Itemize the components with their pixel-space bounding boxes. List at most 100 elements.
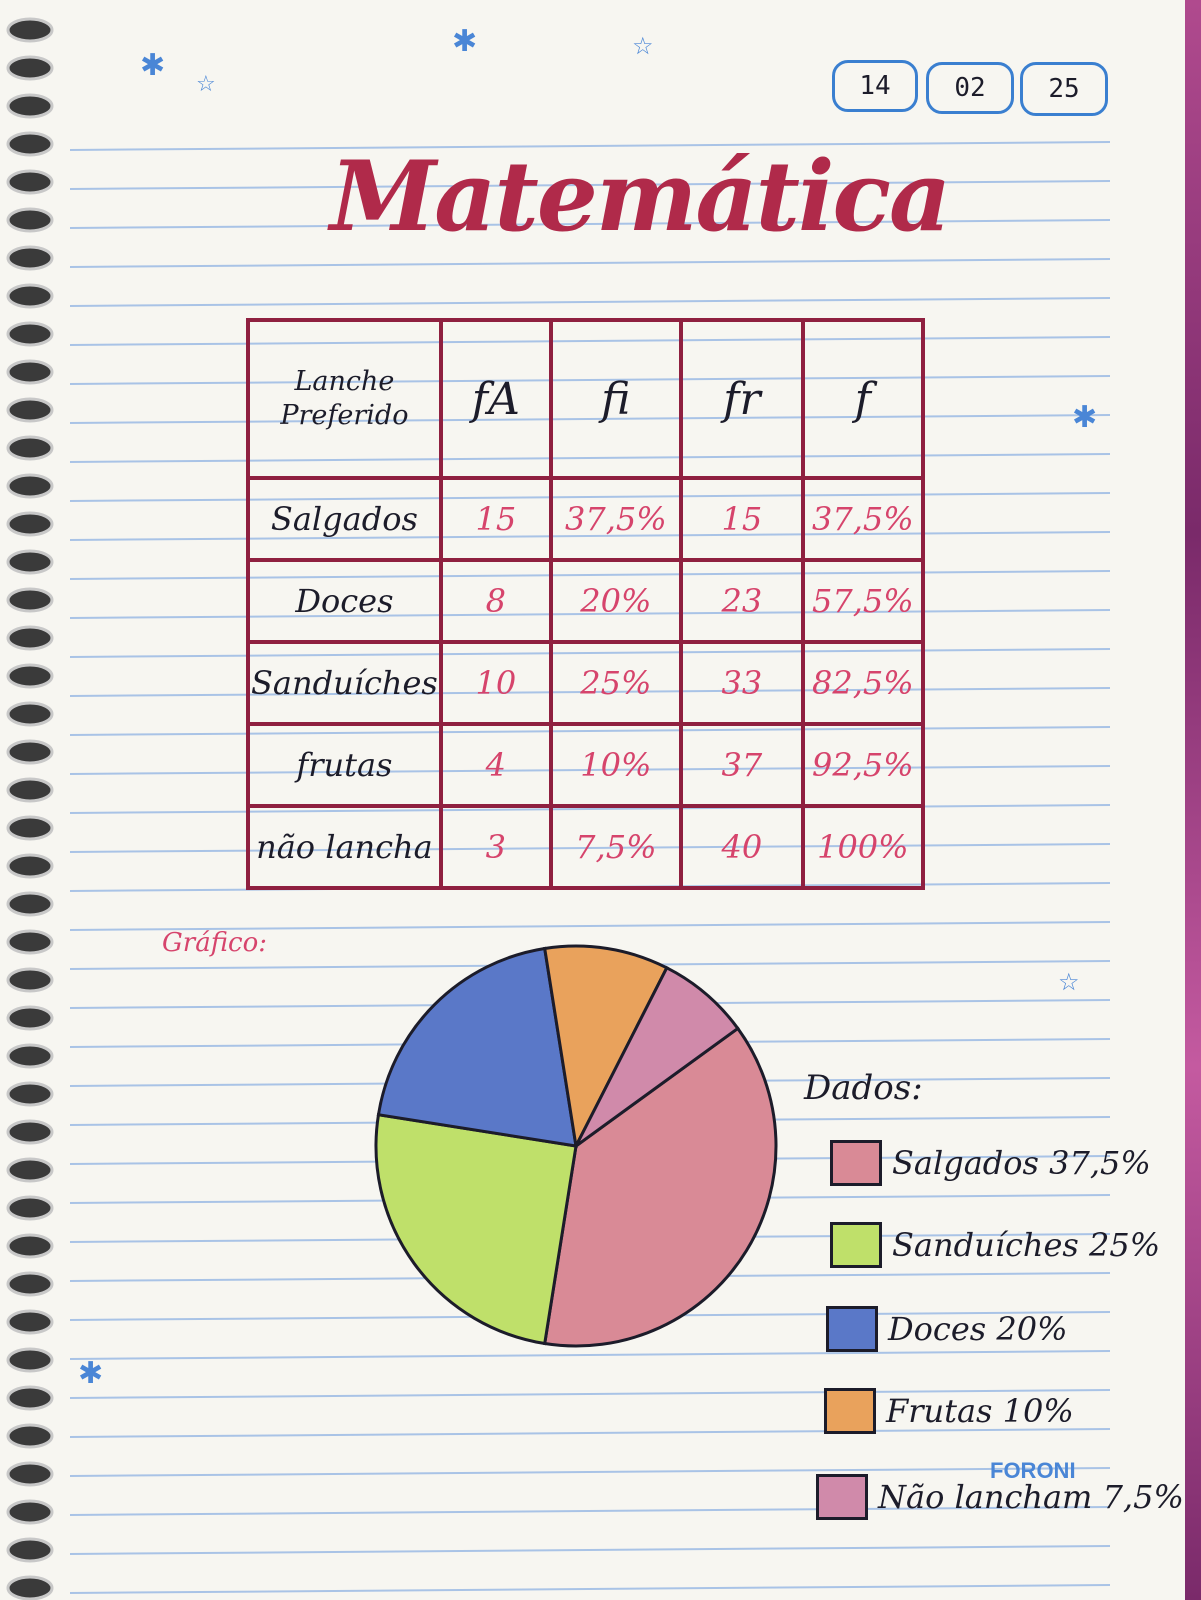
date-year: 25: [1048, 74, 1080, 104]
spiral-ring: [6, 245, 54, 271]
spiral-ring: [6, 131, 54, 157]
spiral-ring: [6, 359, 54, 385]
date-month-box: 02: [926, 62, 1014, 114]
spiral-ring: [6, 739, 54, 765]
spiral-ring: [6, 815, 54, 841]
spiral-binding: [6, 17, 54, 1600]
spiral-ring: [6, 891, 54, 917]
cell-f: 57,5%: [800, 558, 925, 644]
table-row: frutas 4 10% 37 92,5%: [246, 722, 925, 808]
spiral-ring: [6, 1537, 54, 1563]
spiral-ring: [6, 853, 54, 879]
spiral-ring: [6, 473, 54, 499]
spiral-ring: [6, 1385, 54, 1411]
header-fa: fA: [438, 318, 553, 480]
spiral-ring: [6, 207, 54, 233]
legend-label: Salgados 37,5%: [892, 1144, 1151, 1182]
spiral-ring: [6, 1461, 54, 1487]
spiral-ring: [6, 929, 54, 955]
star-doodle: ✱: [78, 1356, 104, 1391]
cell-f: 82,5%: [800, 640, 925, 726]
header-lanche: Lanche Preferido: [246, 318, 443, 480]
spiral-ring: [6, 701, 54, 727]
pie-chart: [374, 944, 778, 1348]
legend-swatch: [816, 1474, 868, 1520]
cell-lanche: frutas: [246, 722, 443, 808]
table-row: Doces 8 20% 23 57,5%: [246, 558, 925, 644]
spiral-ring: [6, 1575, 54, 1600]
spiral-ring: [6, 435, 54, 461]
legend-title: Dados:: [804, 1068, 923, 1108]
spiral-ring: [6, 1119, 54, 1145]
spiral-ring: [6, 777, 54, 803]
legend-label: Frutas 10%: [886, 1392, 1074, 1430]
ruled-line: [69, 1545, 1111, 1555]
cell-fr: 33: [678, 640, 805, 726]
cell-fi: 10%: [548, 722, 683, 808]
cell-f: 92,5%: [800, 722, 925, 808]
star-doodle: ☆: [632, 32, 654, 60]
pie-slice-doces: [376, 946, 578, 1148]
spiral-ring: [6, 1005, 54, 1031]
spiral-ring: [6, 1347, 54, 1373]
spiral-ring: [6, 587, 54, 613]
cell-fa: 3: [438, 804, 553, 890]
date-month: 02: [954, 73, 986, 103]
cell-fi: 20%: [548, 558, 683, 644]
grafico-label: Gráfico:: [162, 928, 268, 958]
ruled-line: [69, 258, 1111, 268]
header-f: f: [800, 318, 925, 480]
legend-item-doces: Doces 20%: [826, 1306, 1068, 1352]
table-header-row: Lanche Preferido fA fi fr f: [246, 318, 925, 480]
spiral-ring: [6, 55, 54, 81]
spiral-ring: [6, 169, 54, 195]
table-row: não lancha 3 7,5% 40 100%: [246, 804, 925, 890]
cover-edge: [1185, 0, 1201, 1600]
spiral-ring: [6, 397, 54, 423]
cell-fa: 8: [438, 558, 553, 644]
header-fi: fi: [548, 318, 683, 480]
cell-lanche: Salgados: [246, 476, 443, 562]
date-year-box: 25: [1020, 62, 1108, 116]
star-doodle: ✱: [140, 48, 166, 83]
spiral-ring: [6, 17, 54, 43]
star-doodle: ✱: [1072, 400, 1098, 435]
legend-label: Doces 20%: [888, 1310, 1068, 1348]
legend-swatch: [830, 1222, 882, 1268]
cell-fa: 15: [438, 476, 553, 562]
spiral-ring: [6, 967, 54, 993]
legend-swatch: [824, 1388, 876, 1434]
cell-fr: 23: [678, 558, 805, 644]
pie-slice-sandu-ches: [374, 1112, 578, 1346]
spiral-ring: [6, 1423, 54, 1449]
cell-fr: 40: [678, 804, 805, 890]
legend-item-frutas: Frutas 10%: [824, 1388, 1074, 1434]
star-doodle: ☆: [1058, 968, 1080, 996]
spiral-ring: [6, 1309, 54, 1335]
spiral-ring: [6, 1043, 54, 1069]
spiral-ring: [6, 549, 54, 575]
spiral-ring: [6, 625, 54, 651]
cell-f: 37,5%: [800, 476, 925, 562]
date-day: 14: [859, 71, 891, 101]
ruled-line: [69, 297, 1111, 307]
ruled-line: [69, 1584, 1111, 1594]
cell-fr: 37: [678, 722, 805, 808]
cell-fa: 4: [438, 722, 553, 808]
spiral-ring: [6, 1499, 54, 1525]
spiral-ring: [6, 93, 54, 119]
cell-fi: 7,5%: [548, 804, 683, 890]
table-row: Salgados 15 37,5% 15 37,5%: [246, 476, 925, 562]
spiral-ring: [6, 1081, 54, 1107]
spiral-ring: [6, 321, 54, 347]
table-row: Sanduíches 10 25% 33 82,5%: [246, 640, 925, 726]
spiral-ring: [6, 283, 54, 309]
legend-swatch: [830, 1140, 882, 1186]
cell-lanche: Sanduíches: [246, 640, 443, 726]
spiral-ring: [6, 1157, 54, 1183]
cell-f: 100%: [800, 804, 925, 890]
spiral-ring: [6, 1233, 54, 1259]
page-title: Matemática: [330, 140, 951, 253]
cell-fi: 37,5%: [548, 476, 683, 562]
brand-logo: FORONI: [990, 1458, 1076, 1483]
